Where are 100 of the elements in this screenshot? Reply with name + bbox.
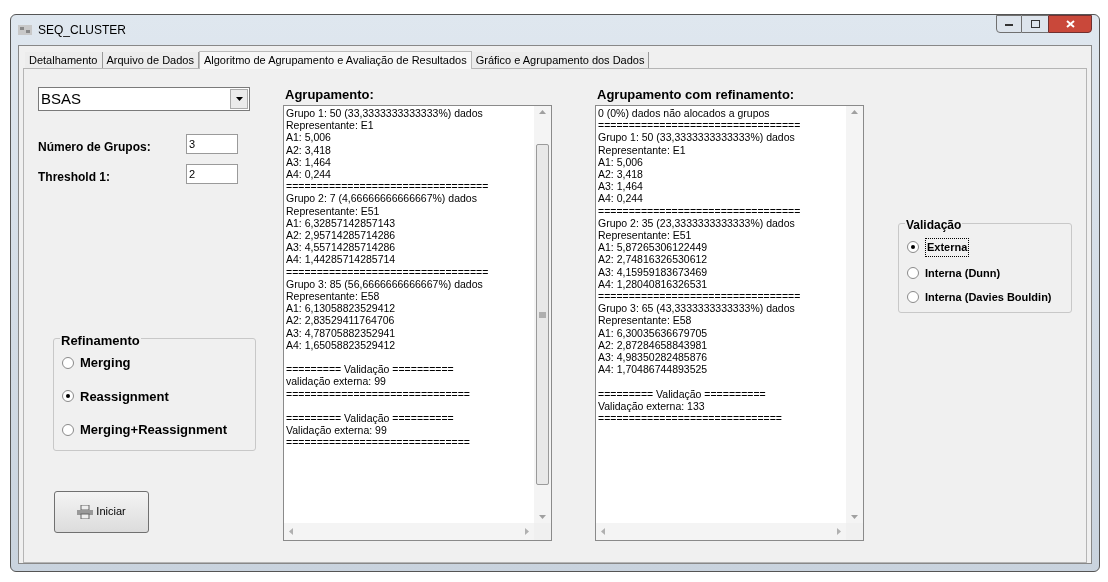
result-line: ================================= xyxy=(598,119,802,132)
result-line: Grupo 1: 50 (33,3333333333333%) dados xyxy=(286,107,484,120)
scroll-up-icon[interactable] xyxy=(851,110,858,114)
scroll-left-icon[interactable] xyxy=(289,528,293,535)
radio-button[interactable] xyxy=(62,356,74,369)
result-line: A3: 4,98350282485876 xyxy=(598,351,709,364)
result-line: Grupo 2: 7 (4,66666666666667%) dados xyxy=(286,192,478,205)
result-line: A2: 2,74816326530612 xyxy=(598,253,709,266)
start-button[interactable]: Iniciar xyxy=(54,490,149,533)
horizontal-scrollbar[interactable] xyxy=(284,523,534,540)
maximize-icon xyxy=(1030,20,1040,28)
result-line: ========= Validação ========== xyxy=(286,411,455,425)
result-line: Representante: E58 xyxy=(598,314,693,327)
maximize-button[interactable] xyxy=(1022,15,1048,33)
algorithm-dropdown[interactable]: BSAS xyxy=(38,87,250,111)
radio-label[interactable]: Interna (Dunn) xyxy=(925,264,1001,281)
radio-label[interactable]: Merging+Reassignment xyxy=(80,420,227,440)
radio-button[interactable] xyxy=(907,266,919,279)
result-line: Representante: E58 xyxy=(286,290,381,303)
field-label: Threshold 1: xyxy=(38,169,111,186)
result-line: Representante: E51 xyxy=(598,229,693,242)
radio-label[interactable]: Merging xyxy=(80,353,131,373)
result-line: ================================= xyxy=(286,180,490,193)
results-text-area[interactable] xyxy=(283,105,552,541)
result-line: A1: 5,006 xyxy=(598,155,643,168)
result-line: A3: 1,464 xyxy=(598,180,644,193)
result-line: A2: 2,83529411764706 xyxy=(286,314,396,327)
vertical-scrollbar[interactable] xyxy=(534,106,551,523)
result-line: ============================== xyxy=(286,436,471,449)
result-line: A4: 1,70486744893525 xyxy=(598,363,709,376)
result-line: Representante: E51 xyxy=(286,204,381,217)
result-line: A4: 0,244 xyxy=(286,168,332,181)
result-line: A4: 0,244 xyxy=(598,192,644,205)
scroll-up-icon[interactable] xyxy=(539,110,546,114)
result-line: ============================== xyxy=(598,412,783,425)
result-line: A4: 1,28040816326531 xyxy=(598,277,709,291)
result-line: A3: 4,78705882352941 xyxy=(286,326,397,339)
dropdown-value: BSAS xyxy=(40,88,83,109)
scroll-right-icon[interactable] xyxy=(837,528,841,535)
minimize-button[interactable] xyxy=(996,15,1022,33)
result-line: Grupo 2: 35 (23,3333333333333%) dados xyxy=(598,216,796,230)
field-label: Número de Grupos: xyxy=(38,139,152,156)
result-line: A2: 2,87284658843981 xyxy=(598,338,709,352)
scroll-left-icon[interactable] xyxy=(601,528,605,535)
horizontal-scrollbar[interactable] xyxy=(596,523,846,540)
result-line: A2: 3,418 xyxy=(598,168,644,181)
tab[interactable]: Detalhamento xyxy=(25,52,103,68)
result-line: Representante: E1 xyxy=(286,119,375,132)
scrollbar-corner xyxy=(846,523,863,540)
caret-icon xyxy=(235,97,243,101)
result-line: ================================= xyxy=(598,204,802,217)
result-line: 0 (0%) dados não alocados a grupos xyxy=(598,107,771,120)
section-heading: Agrupamento com refinamento: xyxy=(597,87,796,103)
result-line: A3: 1,464 xyxy=(286,155,332,168)
result-line: ========= Validação ========== xyxy=(286,362,455,376)
result-line: ================================= xyxy=(598,290,802,303)
result-line: ========= Validação ========== xyxy=(598,386,767,400)
results-text-area[interactable] xyxy=(595,105,864,541)
tab[interactable]: Gráfico e Agrupamento dos Dados xyxy=(471,52,650,68)
radio-label[interactable]: Interna (Davies Bouldin) xyxy=(925,289,1052,306)
app-icon xyxy=(18,24,32,36)
input-field[interactable]: 2 xyxy=(186,164,238,184)
result-line: A1: 6,30035636679705 xyxy=(598,326,709,339)
result-line: A2: 2,95714285714286 xyxy=(286,229,397,242)
radio-button[interactable] xyxy=(907,241,919,254)
result-line: A1: 5,87265306122449 xyxy=(598,241,709,254)
result-line: ============================== xyxy=(286,387,471,400)
printer-icon xyxy=(77,504,94,519)
radio-button[interactable] xyxy=(907,291,919,304)
minimize-icon xyxy=(1005,22,1013,26)
scroll-down-icon[interactable] xyxy=(539,515,546,519)
result-line: A4: 1,65058823529412 xyxy=(286,338,397,352)
result-line: Grupo 1: 50 (33,3333333333333%) dados xyxy=(598,131,796,144)
tab[interactable]: Algoritmo de Agrupamento e Avaliação de Resultados xyxy=(198,51,472,69)
close-icon xyxy=(1065,20,1075,28)
tab[interactable]: Arquivo de Dados xyxy=(102,52,199,68)
close-button[interactable] xyxy=(1048,15,1092,33)
scrollbar-corner xyxy=(534,523,551,540)
radio-label[interactable]: Externa xyxy=(925,238,970,257)
result-line: A4: 1,44285714285714 xyxy=(286,253,397,266)
radio-button[interactable] xyxy=(62,423,74,436)
result-line: A1: 5,006 xyxy=(286,131,332,144)
window-title: SEQ_CLUSTER xyxy=(38,22,127,39)
radio-label[interactable]: Reassignment xyxy=(80,386,169,406)
scroll-down-icon[interactable] xyxy=(851,515,858,519)
result-line: ================================= xyxy=(286,265,490,278)
vertical-scrollbar[interactable] xyxy=(846,106,863,523)
result-line: Validação externa: 133 xyxy=(598,399,706,413)
result-line: Representante: E1 xyxy=(598,143,687,156)
result-line: A1: 6,13058823529412 xyxy=(286,302,397,315)
result-line: A3: 4,55714285714286 xyxy=(286,241,397,254)
result-line: Grupo 3: 65 (43,3333333333333%) dados xyxy=(598,302,796,315)
radio-button[interactable] xyxy=(62,390,74,403)
scroll-thumb[interactable] xyxy=(536,144,549,485)
scroll-right-icon[interactable] xyxy=(525,528,529,535)
result-line: A3: 4,15959183673469 xyxy=(598,265,709,278)
result-line: validação externa: 99 xyxy=(286,375,387,388)
section-heading: Agrupamento: xyxy=(285,87,375,103)
result-line: Grupo 3: 85 (56,6666666666667%) dados xyxy=(286,277,484,291)
input-field[interactable]: 3 xyxy=(186,134,238,154)
